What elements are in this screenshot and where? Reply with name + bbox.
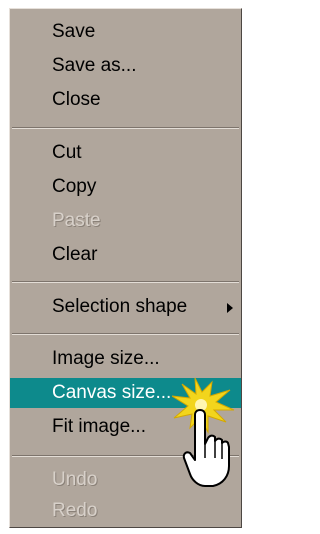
menu-item-paste-label: Paste: [52, 210, 101, 231]
menu-item-save-label: Save: [52, 21, 96, 42]
menu-item-selection-shape-label: Selection shape: [52, 296, 188, 317]
menu-item-copy[interactable]: Copy: [10, 172, 241, 202]
menu-separator: [12, 455, 239, 457]
menu-item-save-as[interactable]: Save as...: [10, 51, 241, 81]
menu-item-clear[interactable]: Clear: [10, 240, 241, 270]
menu-item-fit-image[interactable]: Fit image...: [10, 412, 241, 442]
menu-item-copy-label: Copy: [52, 176, 97, 197]
menu-item-undo: Undo: [10, 465, 241, 495]
menu-item-save[interactable]: Save: [10, 17, 241, 47]
menu-item-close-label: Close: [52, 89, 101, 110]
menu-item-image-size-label: Image size...: [52, 348, 160, 369]
submenu-arrow-icon: [227, 303, 233, 313]
menu-item-undo-label: Undo: [52, 469, 98, 490]
menu-item-clear-label: Clear: [52, 244, 98, 265]
menu-item-selection-shape[interactable]: Selection shape: [10, 292, 241, 322]
menu-separator: [12, 333, 239, 335]
menu-item-redo: Redo: [10, 496, 241, 526]
menu-item-canvas-size-label: Canvas size...: [52, 382, 172, 403]
menu-item-save-as-label: Save as...: [52, 55, 137, 76]
context-menu: Save Save as... Close Cut Copy Paste Cle…: [9, 8, 242, 528]
page: Save Save as... Close Cut Copy Paste Cle…: [0, 0, 244, 534]
menu-item-cut[interactable]: Cut: [10, 138, 241, 168]
menu-separator: [12, 281, 239, 283]
menu-item-paste: Paste: [10, 206, 241, 236]
menu-item-canvas-size[interactable]: Canvas size...: [10, 378, 241, 408]
menu-item-image-size[interactable]: Image size...: [10, 344, 241, 374]
menu-item-fit-image-label: Fit image...: [52, 416, 146, 437]
menu-separator: [12, 127, 239, 129]
menu-item-cut-label: Cut: [52, 142, 82, 163]
menu-item-redo-label: Redo: [52, 500, 98, 521]
menu-item-close[interactable]: Close: [10, 85, 241, 115]
